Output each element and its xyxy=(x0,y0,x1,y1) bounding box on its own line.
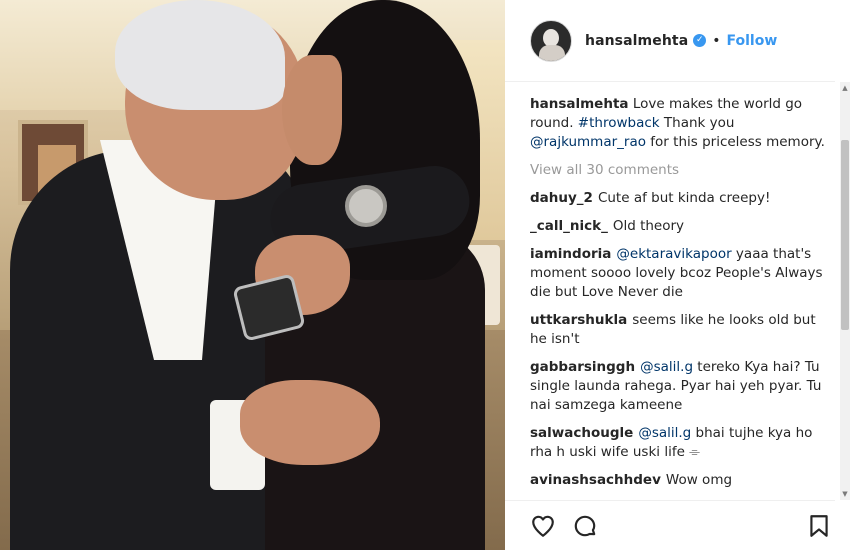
comment-item: avinashsachhdev Wow omg xyxy=(530,471,830,490)
verified-badge-icon: ✓ xyxy=(693,34,707,47)
comment-text: Cute af but kinda creepy! xyxy=(597,190,771,206)
photo-woman-face xyxy=(282,55,342,165)
avatar-body xyxy=(539,44,565,61)
comment-item: uttkarshukla seems like he looks old but … xyxy=(530,311,830,349)
comment-mention[interactable]: @salil.g xyxy=(638,425,691,441)
bookmark-icon xyxy=(810,515,828,537)
comments-list: hansalmehta Love makes the world go roun… xyxy=(530,95,830,500)
caption-text: for this priceless memory. xyxy=(646,134,825,150)
caption-mention[interactable]: @rajkummar_rao xyxy=(530,134,646,150)
comment-username[interactable]: dahuy_2 xyxy=(530,190,593,206)
comment-text: Wow omg xyxy=(665,472,733,488)
comment-username[interactable]: avinashsachhdev xyxy=(530,472,661,488)
comment-username[interactable]: iamindoria xyxy=(530,246,611,262)
comments-scrollbar[interactable]: ▲ ▼ xyxy=(840,82,850,500)
scroll-up-arrow-icon[interactable]: ▲ xyxy=(840,82,850,94)
scroll-down-arrow-icon[interactable]: ▼ xyxy=(840,488,850,500)
comment-item: gabbarsinggh @salil.g tereko Kya hai? Tu … xyxy=(530,358,830,415)
photo-man-hair xyxy=(115,0,285,110)
comment-item: dahuy_2 Cute af but kinda creepy! xyxy=(530,189,830,208)
comment-username[interactable]: _call_nick_ xyxy=(530,218,608,234)
avatar-face xyxy=(543,28,559,47)
caption-text: Thank you xyxy=(659,115,735,131)
post-caption: hansalmehta Love makes the world go roun… xyxy=(530,95,830,152)
post-photo[interactable] xyxy=(0,0,505,550)
avatar[interactable] xyxy=(530,19,572,62)
post-side-panel: hansalmehta ✓ • Follow hansalmehta Love … xyxy=(505,0,850,550)
photo-hand-lower xyxy=(240,380,380,465)
caption-username[interactable]: hansalmehta xyxy=(530,96,629,112)
action-bar xyxy=(505,500,835,550)
comment-username[interactable]: gabbarsinggh xyxy=(530,359,635,375)
comment-icon xyxy=(574,515,596,537)
photo-watch xyxy=(345,185,387,227)
comment-item: _call_nick_ Old theory xyxy=(530,217,830,236)
scrollbar-thumb[interactable] xyxy=(841,140,849,330)
comment-text: Old theory xyxy=(612,218,685,234)
comment-item: salwachougle @salil.g bhai tujhe kya ho r… xyxy=(530,424,830,462)
like-button[interactable] xyxy=(530,513,556,539)
header-separator: • xyxy=(712,32,721,49)
comment-item: iamindoria @ektaravikapoor yaaa that's mo… xyxy=(530,245,830,302)
view-all-comments-link[interactable]: View all 30 comments xyxy=(530,161,830,180)
caption-hashtag[interactable]: #throwback xyxy=(578,115,660,131)
comment-username[interactable]: salwachougle xyxy=(530,425,633,441)
post-header: hansalmehta ✓ • Follow xyxy=(505,0,835,82)
header-username[interactable]: hansalmehta xyxy=(585,33,688,49)
comment-username[interactable]: uttkarshukla xyxy=(530,312,627,328)
heart-icon xyxy=(532,515,554,537)
save-button[interactable] xyxy=(806,513,832,539)
comment-mention[interactable]: @salil.g xyxy=(640,359,693,375)
follow-button[interactable]: Follow xyxy=(727,33,778,49)
comment-mention[interactable]: @ektaravikapoor xyxy=(616,246,731,262)
comment-button[interactable] xyxy=(572,513,598,539)
